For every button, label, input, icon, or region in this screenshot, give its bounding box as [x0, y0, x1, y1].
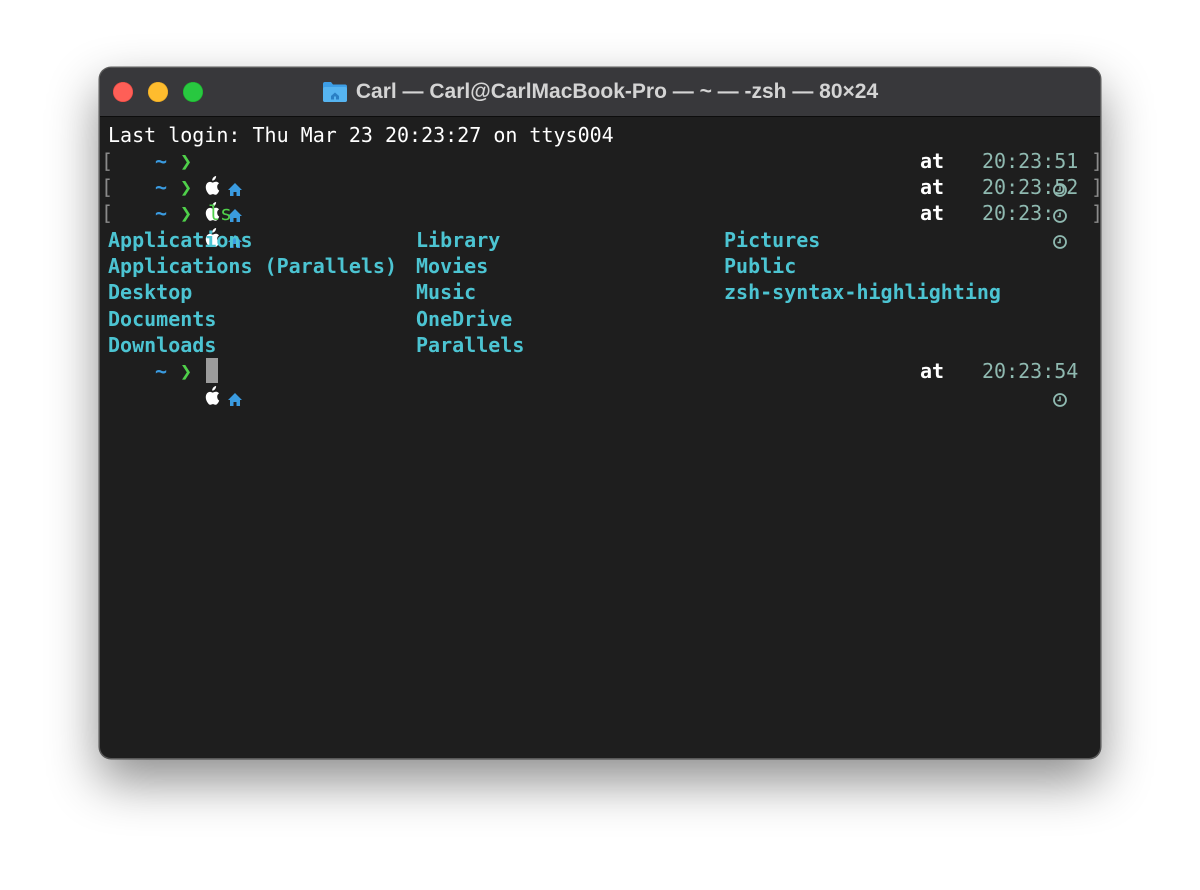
ls-entry: Movies [416, 254, 489, 278]
ls-entry: Documents [108, 307, 217, 331]
ls-output-row: Applications Library Pictures [100, 227, 1100, 253]
ls-entry: Downloads [108, 333, 217, 357]
active-prompt-line[interactable]: ~ ❯ at 20:23:54 [100, 358, 1100, 407]
prompt-line: [ ~ ❯ at 20:23:52 ] [100, 174, 1100, 223]
prompt-dir: ~ [155, 201, 168, 225]
prompt-line: [ ~ ❯ at 20:23:51 ] [100, 148, 1100, 197]
prompt-dir: ~ [155, 175, 168, 199]
prompt-time: 20:23:51 [982, 149, 1079, 173]
window-title: Carl — Carl@CarlMacBook-Pro — ~ — -zsh —… [100, 68, 1100, 116]
last-login-text: Last login: Thu Mar 23 20:23:27 on ttys0… [108, 123, 614, 147]
ls-output-row: Desktop Music zsh-syntax-highlighting [100, 279, 1100, 305]
ls-entry: OneDrive [416, 307, 513, 331]
ls-output-row: Documents OneDrive [100, 306, 1100, 332]
ls-entry: zsh-syntax-highlighting [724, 280, 1001, 304]
home-folder-icon [322, 81, 348, 103]
ls-entry: Public [724, 254, 797, 278]
prompt-time: 20:23:52 [982, 175, 1079, 199]
prompt-line: [ ~ ❯ ls at 20:23: ] [100, 200, 1100, 249]
prompt-bracket-right: ] [1091, 148, 1100, 174]
terminal-content[interactable]: Last login: Thu Mar 23 20:23:27 on ttys0… [100, 117, 1100, 758]
ls-entry: Desktop [108, 280, 193, 304]
prompt-arrow: ❯ [180, 359, 193, 383]
ls-entry: Applications (Parallels) [108, 254, 397, 278]
at-label: at [920, 149, 945, 173]
prompt-dir: ~ [155, 359, 168, 383]
last-login-line: Last login: Thu Mar 23 20:23:27 on ttys0… [100, 122, 1100, 148]
prompt-time: 20:23:54 [982, 359, 1079, 383]
at-label: at [920, 201, 945, 225]
prompt-time: 20:23: [982, 201, 1055, 225]
ls-entry: Pictures [724, 228, 821, 252]
ls-output-row: Downloads Parallels [100, 332, 1100, 358]
prompt-arrow: ❯ [180, 149, 193, 173]
at-label: at [920, 175, 945, 199]
ls-entry: Parallels [416, 333, 525, 357]
prompt-arrow: ❯ [180, 175, 193, 199]
ls-output-row: Applications (Parallels) Movies Public [100, 253, 1100, 279]
prompt-arrow: ❯ [180, 201, 193, 225]
prompt-command: ls [208, 201, 233, 225]
prompt-bracket-right: ] [1091, 174, 1100, 200]
ls-entry: Applications [108, 228, 253, 252]
window-title-text: Carl — Carl@CarlMacBook-Pro — ~ — -zsh —… [355, 80, 879, 103]
terminal-window: Carl — Carl@CarlMacBook-Pro — ~ — -zsh —… [99, 67, 1101, 759]
prompt-dir: ~ [155, 149, 168, 173]
text-cursor[interactable] [206, 358, 218, 383]
title-bar[interactable]: Carl — Carl@CarlMacBook-Pro — ~ — -zsh —… [100, 68, 1100, 117]
ls-entry: Library [416, 228, 501, 252]
prompt-bracket-right: ] [1091, 200, 1100, 226]
at-label: at [920, 359, 945, 383]
ls-entry: Music [416, 280, 477, 304]
